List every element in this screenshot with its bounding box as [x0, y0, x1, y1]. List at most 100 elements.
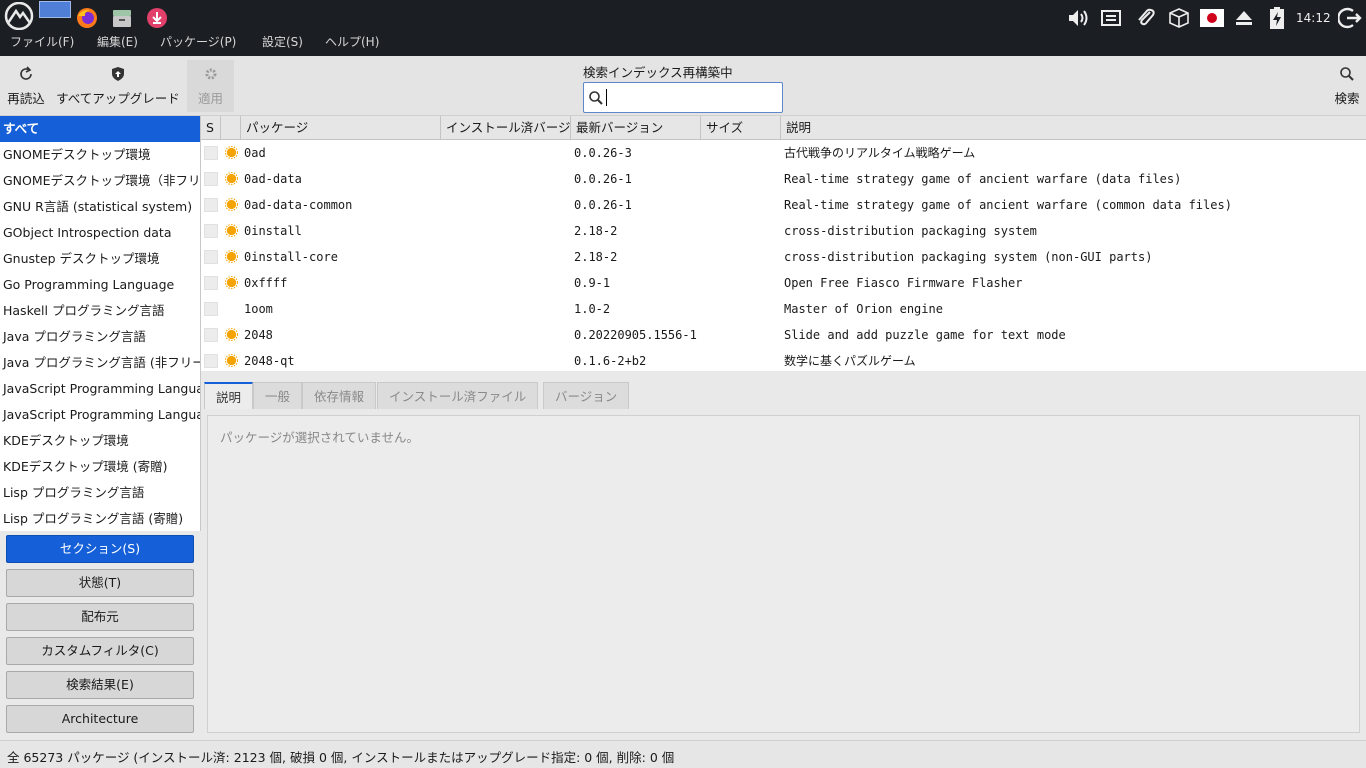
menu-edit[interactable]: 編集(E)	[97, 36, 138, 50]
search-icon	[1340, 67, 1354, 81]
column-package[interactable]: パッケージ	[241, 116, 441, 140]
battery-charging-icon[interactable]	[1267, 7, 1287, 29]
section-item[interactable]: Java プログラミング言語 (非フリー)	[0, 350, 200, 376]
gears-icon	[205, 68, 216, 80]
search-input[interactable]	[583, 82, 783, 113]
table-row[interactable]: 0install-core 2.18-2 cross-distribution pa…	[201, 244, 1366, 270]
section-item[interactable]: JavaScript Programming Language	[0, 376, 200, 402]
search-button[interactable]: 検索	[1328, 60, 1366, 112]
download-icon[interactable]	[146, 7, 168, 29]
tab-description[interactable]: 説明	[204, 382, 254, 409]
row-checkbox[interactable]	[204, 146, 218, 160]
table-row[interactable]: 0install 2.18-2 cross-distribution packagi…	[201, 218, 1366, 244]
origin-filter-button[interactable]: 配布元	[6, 603, 194, 631]
reload-button[interactable]: 再読込	[3, 60, 49, 112]
section-item[interactable]: JavaScript Programming Language	[0, 402, 200, 428]
row-checkbox[interactable]	[204, 250, 218, 264]
table-row[interactable]: 0xffff 0.9-1 Open Free Fiasco Firmware Fla…	[201, 270, 1366, 296]
details-pane: パッケージが選択されていません。	[207, 415, 1360, 733]
column-support[interactable]	[221, 116, 241, 140]
package-name-cell: 2048	[244, 328, 273, 342]
sections-filter-button[interactable]: セクション(S)	[6, 535, 194, 563]
row-checkbox[interactable]	[204, 198, 218, 212]
japan-flag-icon[interactable]	[1200, 7, 1224, 29]
column-installed-version[interactable]: インストール済バージョン	[441, 116, 571, 140]
menu-settings[interactable]: 設定(S)	[262, 36, 303, 50]
tab-versions[interactable]: バージョン	[543, 382, 630, 409]
firefox-icon[interactable]	[76, 7, 98, 29]
menu-help[interactable]: ヘルプ(H)	[325, 36, 379, 50]
section-item[interactable]: すべて	[0, 116, 200, 142]
column-status[interactable]: S	[201, 116, 221, 140]
custom-filter-button[interactable]: カスタムフィルタ(C)	[6, 637, 194, 665]
latest-version-cell: 0.20220905.1556-1	[574, 328, 697, 342]
latest-version-cell: 1.0-2	[574, 302, 611, 316]
search-results-filter-button[interactable]: 検索結果(E)	[6, 671, 194, 699]
section-item[interactable]: Java プログラミング言語	[0, 324, 200, 350]
logout-icon[interactable]	[1338, 7, 1362, 29]
clock[interactable]: 14:12	[1296, 7, 1331, 29]
latest-version-cell: 2.18-2	[574, 224, 618, 238]
distro-menu-icon[interactable]	[3, 2, 35, 30]
section-item[interactable]: KDEデスクトップ環境 (寄贈)	[0, 454, 200, 480]
table-row[interactable]: 0ad-data 0.0.26-1 Real-time strategy game …	[201, 166, 1366, 192]
row-checkbox[interactable]	[204, 328, 218, 342]
section-item[interactable]: GNOMEデスクトップ環境	[0, 142, 200, 168]
menu-package[interactable]: パッケージ(P)	[160, 36, 236, 50]
tab-general[interactable]: 一般	[253, 382, 303, 409]
package-box-icon[interactable]	[1168, 7, 1190, 29]
description-cell: cross-distribution packaging system	[784, 224, 1037, 238]
workspace-switcher[interactable]	[39, 1, 71, 18]
network-icon[interactable]	[1100, 7, 1122, 29]
row-checkbox[interactable]	[204, 276, 218, 290]
package-name-cell: 0xffff	[244, 276, 288, 290]
table-row[interactable]: 0ad-data-common 0.0.26-1 Real-time strateg…	[201, 192, 1366, 218]
star-badge-icon	[225, 250, 238, 263]
text-caret	[606, 89, 607, 106]
column-size[interactable]: サイズ	[701, 116, 781, 140]
apply-label: 適用	[197, 91, 223, 106]
eject-icon[interactable]	[1234, 7, 1254, 29]
package-name-cell: 0ad	[244, 146, 266, 160]
row-checkbox[interactable]	[204, 302, 218, 316]
upgrade-all-button[interactable]: すべてアップグレード	[52, 60, 184, 112]
section-list: すべて GNOMEデスクトップ環境 GNOMEデスクトップ環境（非フリー） GN…	[0, 116, 201, 531]
description-cell: Slide and add puzzle game for text mode	[784, 328, 1066, 342]
section-item[interactable]: Lisp プログラミング言語	[0, 480, 200, 506]
section-item[interactable]: KDEデスクトップ環境	[0, 428, 200, 454]
table-header: S パッケージ インストール済バージョン 最新バージョン サイズ 説明	[201, 116, 1366, 140]
architecture-filter-button[interactable]: Architecture	[6, 705, 194, 733]
row-checkbox[interactable]	[204, 354, 218, 368]
upgrade-all-label: すべてアップグレード	[56, 91, 180, 106]
apply-button[interactable]: 適用	[187, 60, 234, 112]
table-row[interactable]: 2048 0.20220905.1556-1 Slide and add puzzl…	[201, 322, 1366, 348]
tab-dependencies[interactable]: 依存情報	[302, 382, 377, 409]
description-cell: Master of Orion engine	[784, 302, 943, 316]
section-item[interactable]: GNOMEデスクトップ環境（非フリー）	[0, 168, 200, 194]
section-item[interactable]: Lisp プログラミング言語 (寄贈)	[0, 506, 200, 531]
reload-label: 再読込	[7, 91, 45, 106]
clip-icon[interactable]	[1135, 7, 1157, 29]
file-manager-icon[interactable]	[111, 7, 133, 29]
column-description[interactable]: 説明	[781, 116, 1366, 140]
section-item[interactable]: GNU R言語 (statistical system)	[0, 194, 200, 220]
package-table: S パッケージ インストール済バージョン 最新バージョン サイズ 説明 0ad0…	[201, 116, 1366, 371]
table-row[interactable]: 2048-qt 0.1.6-2+b2 数学に基くパズルゲーム	[201, 348, 1366, 371]
section-item[interactable]: Gnustep デスクトップ環境	[0, 246, 200, 272]
package-name-cell: 1oom	[244, 302, 273, 316]
section-item[interactable]: Haskell プログラミング言語	[0, 298, 200, 324]
description-cell: cross-distribution packaging system (non…	[784, 250, 1153, 264]
row-checkbox[interactable]	[204, 224, 218, 238]
column-latest-version[interactable]: 最新バージョン	[571, 116, 701, 140]
table-row[interactable]: 0ad 0.0.26-3 古代戦争のリアルタイム戦略ゲーム	[201, 140, 1366, 166]
tab-installed-files[interactable]: インストール済ファイル	[377, 382, 539, 409]
description-cell: Real-time strategy game of ancient warfa…	[784, 198, 1232, 212]
status-filter-button[interactable]: 状態(T)	[6, 569, 194, 597]
volume-icon[interactable]	[1066, 7, 1090, 29]
star-badge-icon	[225, 172, 238, 185]
menu-file[interactable]: ファイル(F)	[10, 36, 74, 50]
table-row[interactable]: 1oom 1.0-2 Master of Orion engine	[201, 296, 1366, 322]
row-checkbox[interactable]	[204, 172, 218, 186]
section-item[interactable]: Go Programming Language	[0, 272, 200, 298]
section-item[interactable]: GObject Introspection data	[0, 220, 200, 246]
